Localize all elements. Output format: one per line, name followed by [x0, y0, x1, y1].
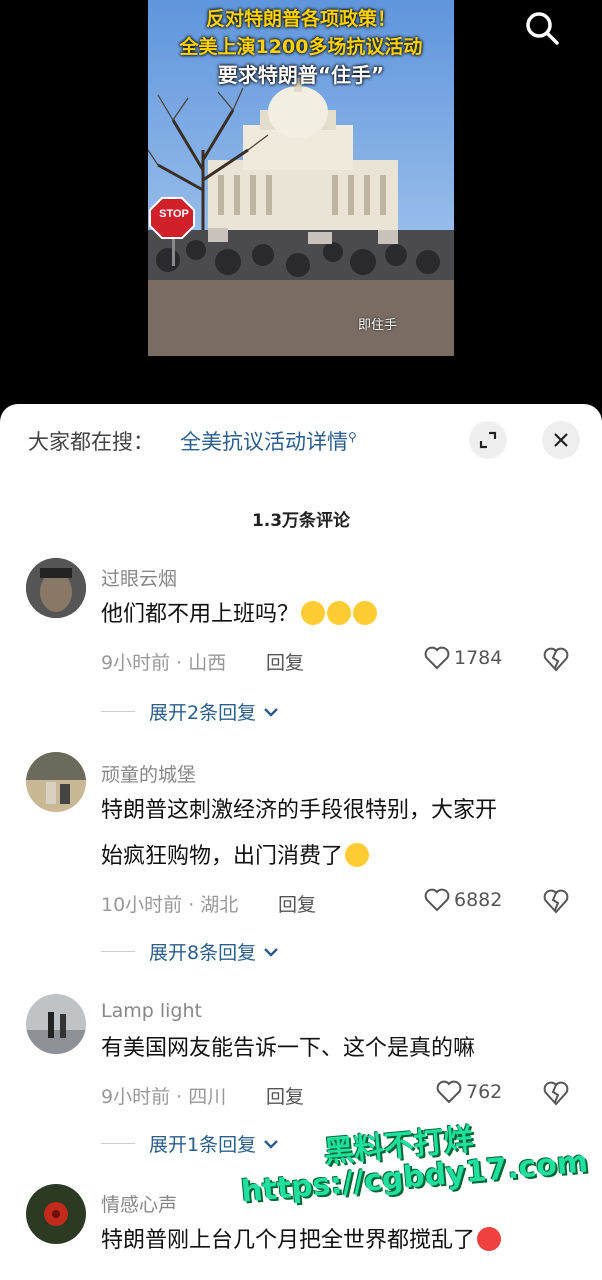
hot-search-bar: 大家都在搜： 全美抗议活动详情⚲ [0, 404, 602, 478]
crying-laughing-emoji [353, 601, 378, 625]
like-count: 1784 [454, 647, 503, 669]
like-button[interactable]: 762 [436, 1080, 502, 1104]
reply-button[interactable]: 回复 [278, 890, 316, 917]
chevron-down-icon [264, 1139, 278, 1149]
reply-button[interactable]: 回复 [266, 648, 304, 675]
expand-replies-label: 展开1条回复 [149, 1134, 257, 1156]
avatar[interactable] [26, 558, 86, 618]
like-button[interactable]: 1784 [424, 646, 502, 670]
search-small-icon: ⚲ [348, 430, 357, 444]
search-button[interactable] [520, 8, 564, 48]
comment-item: 过眼云烟 他们都不用上班吗？ 9小时前 · 山西 回复 1784 展开2条回复 [0, 554, 602, 724]
comment-author[interactable]: 情感心声 [101, 1190, 177, 1217]
comment-text: 他们都不用上班吗？ [101, 592, 571, 638]
like-button[interactable]: 6882 [424, 888, 502, 912]
comment-text-content: 始疯狂购物，出门消费了 [101, 844, 344, 869]
avatar[interactable] [26, 994, 86, 1054]
comments-sheet: 大家都在搜： 全美抗议活动详情⚲ 1.3万条评论 过眼云烟 他们都不用上班吗？ … [0, 404, 602, 1280]
hot-search-label: 大家都在搜： [28, 430, 154, 454]
comment-meta: 10小时前 · 湖北 [101, 894, 239, 916]
video-subtitle: 即住手 [358, 318, 398, 333]
comment-meta: 9小时前 · 四川 [101, 1086, 227, 1108]
comment-text-content: 他们都不用上班吗？ [101, 602, 300, 627]
comment-meta: 9小时前 · 山西 [101, 652, 227, 674]
divider-line [101, 951, 135, 952]
broken-heart-icon [543, 889, 569, 914]
broken-heart-icon [543, 1081, 569, 1106]
overlay-line-3: 要求特朗普“住手” [217, 63, 385, 87]
comment-author[interactable]: 过眼云烟 [101, 564, 177, 591]
video-player[interactable]: STOP 即住手 反对特朗普各项政策！ 全美上演1200多场抗议活动 要求特朗普… [0, 0, 602, 420]
comment-text-line: 特朗普这刺激经济的手段很特别，大家开 [101, 798, 498, 823]
comment-text-line: 始疯狂购物，出门消费了 [101, 834, 571, 880]
dislike-button[interactable] [542, 1080, 570, 1110]
expand-replies-label: 展开8条回复 [149, 942, 257, 964]
search-icon [526, 12, 559, 45]
crying-laughing-emoji [327, 601, 352, 625]
chevron-down-icon [264, 947, 278, 957]
heart-icon [436, 1080, 462, 1104]
hot-search-link-text: 全美抗议活动详情 [180, 430, 348, 454]
expand-replies[interactable]: 展开1条回复 [101, 1130, 280, 1157]
like-count: 6882 [454, 889, 503, 911]
divider-line [101, 711, 135, 712]
comment-author[interactable]: 顽童的城堡 [101, 760, 196, 787]
stop-sign-text: STOP [159, 208, 189, 220]
overlay-line-2: 全美上演1200多场抗议活动 [179, 36, 423, 58]
crying-laughing-emoji [345, 843, 370, 867]
close-button[interactable] [542, 421, 580, 459]
comment-author[interactable]: Lamp light [101, 1000, 202, 1022]
divider-line [101, 1143, 135, 1144]
expand-icon [479, 431, 497, 449]
dislike-button[interactable] [542, 888, 570, 918]
crying-laughing-emoji [301, 601, 326, 625]
comment-item: Lamp light 有美国网友能告诉一下、这个是真的嘛 9小时前 · 四川 回… [0, 992, 602, 1162]
comment-item: 情感心声 特朗普刚上台几个月把全世界都搅乱了 [0, 1182, 602, 1280]
angry-emoji [477, 1227, 502, 1251]
reply-button[interactable]: 回复 [266, 1082, 304, 1109]
expand-button[interactable] [469, 421, 507, 459]
heart-icon [424, 646, 450, 670]
heart-icon [424, 888, 450, 912]
dislike-button[interactable] [542, 646, 570, 676]
broken-heart-icon [543, 647, 569, 672]
close-icon [554, 433, 568, 447]
like-count: 762 [466, 1081, 503, 1103]
comment-text-content: 特朗普刚上台几个月把全世界都搅乱了 [101, 1228, 476, 1253]
hot-search-link[interactable]: 全美抗议活动详情⚲ [180, 426, 357, 456]
comment-item: 顽童的城堡 特朗普这刺激经济的手段很特别，大家开 始疯狂购物，出门消费了 10小… [0, 750, 602, 966]
chevron-down-icon [264, 707, 278, 717]
expand-replies-label: 展开2条回复 [149, 702, 257, 724]
comment-text: 有美国网友能告诉一下、这个是真的嘛 [101, 1036, 476, 1061]
overlay-line-1: 反对特朗普各项政策！ [205, 8, 396, 30]
comment-text: 特朗普刚上台几个月把全世界都搅乱了 [101, 1218, 571, 1264]
avatar[interactable] [26, 1184, 86, 1244]
comment-text: 特朗普这刺激经济的手段很特别，大家开 始疯狂购物，出门消费了 [101, 788, 571, 880]
avatar[interactable] [26, 752, 86, 812]
expand-replies[interactable]: 展开2条回复 [101, 698, 280, 725]
expand-replies[interactable]: 展开8条回复 [101, 938, 280, 965]
comments-count: 1.3万条评论 [251, 511, 351, 531]
